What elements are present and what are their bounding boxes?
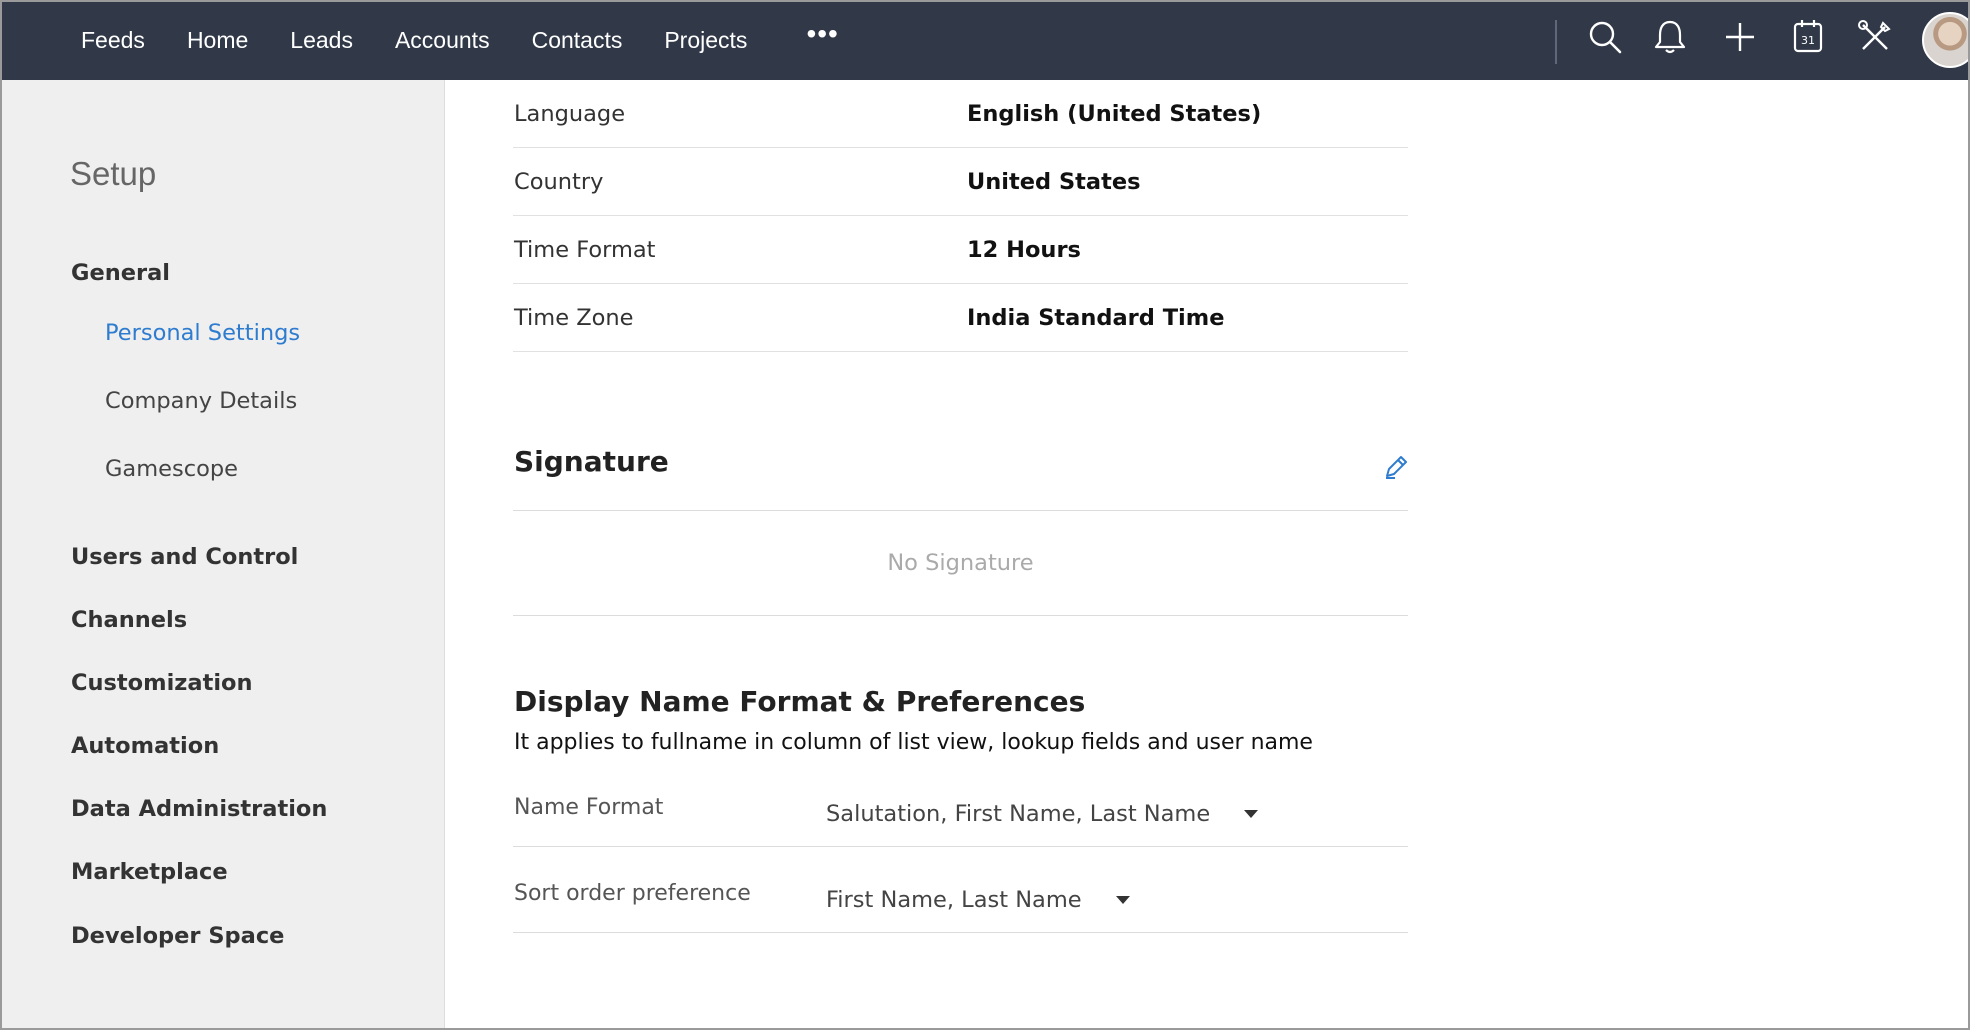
setting-value: English (United States) — [967, 100, 1262, 127]
search-icon[interactable] — [1585, 17, 1625, 57]
sidebar-section-general[interactable]: General — [71, 260, 170, 286]
nav-divider — [1555, 20, 1557, 64]
signature-title: Signature — [514, 445, 669, 478]
display-name-description: It applies to fullname in column of list… — [514, 730, 1313, 755]
nav-items: Feeds Home Leads Accounts Contacts Proje… — [60, 0, 839, 80]
setup-sidebar: Setup General Personal Settings Company … — [0, 80, 445, 1030]
name-format-select[interactable]: Salutation, First Name, Last Name — [826, 801, 1259, 827]
sidebar-section-data-administration[interactable]: Data Administration — [71, 796, 327, 822]
setting-row-time-format: Time Format 12 Hours — [513, 216, 1408, 284]
sidebar-title: Setup — [70, 155, 157, 192]
setting-label: Time Format — [514, 236, 656, 263]
edit-pencil-icon[interactable] — [1381, 452, 1411, 482]
pref-label: Name Format — [514, 795, 664, 820]
sidebar-item-personal-settings[interactable]: Personal Settings — [105, 320, 300, 346]
sidebar-item-company-details[interactable]: Company Details — [105, 388, 297, 414]
no-signature-text: No Signature — [887, 550, 1034, 576]
chevron-down-icon — [1244, 810, 1259, 818]
signature-divider — [513, 510, 1408, 511]
sidebar-item-gamescope[interactable]: Gamescope — [105, 456, 238, 482]
sidebar-section-automation[interactable]: Automation — [71, 733, 219, 759]
nav-accounts[interactable]: Accounts — [395, 27, 490, 54]
setting-row-language: Language English (United States) — [513, 80, 1408, 148]
sort-order-select[interactable]: First Name, Last Name — [826, 887, 1130, 913]
chevron-down-icon — [1115, 896, 1130, 904]
pref-label: Sort order preference — [514, 881, 751, 906]
nav-feeds[interactable]: Feeds — [81, 27, 145, 54]
sidebar-section-channels[interactable]: Channels — [71, 607, 187, 633]
nav-contacts[interactable]: Contacts — [532, 27, 623, 54]
setting-value: United States — [967, 168, 1141, 195]
sidebar-section-users-and-control[interactable]: Users and Control — [71, 544, 298, 570]
plus-icon[interactable] — [1720, 17, 1760, 57]
pref-row-sort-order: Sort order preference First Name, Last N… — [513, 863, 1408, 933]
setting-row-country: Country United States — [513, 148, 1408, 216]
tools-icon[interactable] — [1855, 17, 1895, 57]
setting-value: India Standard Time — [967, 304, 1225, 331]
sort-order-value: First Name, Last Name — [826, 887, 1082, 913]
calendar-icon[interactable]: 31 — [1788, 17, 1828, 57]
nav-leads[interactable]: Leads — [290, 27, 353, 54]
setting-label: Country — [514, 168, 604, 195]
top-nav: Feeds Home Leads Accounts Contacts Proje… — [0, 0, 1970, 80]
display-name-title: Display Name Format & Preferences — [514, 685, 1086, 718]
user-avatar[interactable] — [1922, 12, 1970, 68]
name-format-value: Salutation, First Name, Last Name — [826, 801, 1211, 827]
nav-home[interactable]: Home — [187, 27, 248, 54]
sidebar-section-marketplace[interactable]: Marketplace — [71, 859, 228, 885]
more-menu-button[interactable]: ••• — [806, 20, 838, 48]
setting-value: 12 Hours — [967, 236, 1081, 263]
signature-bottom-divider — [513, 615, 1408, 616]
setting-label: Time Zone — [514, 304, 634, 331]
setting-row-time-zone: Time Zone India Standard Time — [513, 284, 1408, 352]
pref-row-name-format: Name Format Salutation, First Name, Last… — [513, 777, 1408, 847]
bell-icon[interactable] — [1650, 17, 1690, 57]
setting-label: Language — [514, 100, 626, 127]
sidebar-section-developer-space[interactable]: Developer Space — [71, 923, 284, 949]
sidebar-section-customization[interactable]: Customization — [71, 670, 253, 696]
calendar-day: 31 — [1801, 34, 1815, 47]
nav-projects[interactable]: Projects — [664, 27, 747, 54]
